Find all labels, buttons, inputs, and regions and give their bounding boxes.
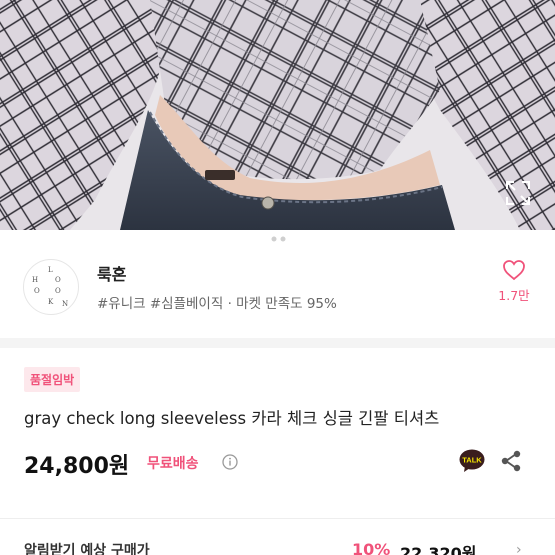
heart-outline-icon (503, 260, 525, 281)
product-image[interactable] (0, 0, 555, 230)
expected-price-label: 알림받기 예상 구매가 (24, 543, 150, 555)
kakao-talk-label: TALK (462, 456, 482, 465)
discount-rate: 10% (352, 540, 391, 555)
product-price: 24,800원 (24, 454, 130, 479)
shop-info: L O O K H O N 룩혼 #유니크 #심플베이직 · 마켓 만족도 95… (0, 248, 555, 338)
chevron-right-icon: › (516, 542, 522, 555)
product-photo (0, 0, 555, 230)
shop-tags: #유니크 #심플베이직 · 마켓 만족도 95% (97, 296, 337, 312)
expected-price: 22,320원 (400, 544, 477, 555)
shop-logo[interactable]: L O O K H O N (23, 259, 79, 315)
share-icon[interactable] (499, 449, 523, 473)
pager-dot (280, 236, 286, 242)
expected-price-row[interactable]: 알림받기 예상 구매가 10% 22,320원 › (0, 540, 555, 555)
like-button[interactable]: 1.7만 (490, 259, 538, 304)
expand-icon[interactable] (505, 180, 531, 206)
pager-dot-active (271, 236, 277, 242)
kakao-talk-button[interactable]: TALK (459, 449, 485, 473)
like-count: 1.7만 (498, 288, 530, 303)
image-pager (0, 230, 555, 248)
product-title: gray check long sleeveless 카라 체크 싱글 긴팔 티… (24, 409, 440, 428)
section-divider (0, 338, 555, 348)
status-badge: 품절임박 (24, 367, 81, 392)
info-circle-icon[interactable] (222, 454, 238, 470)
shop-name[interactable]: 룩혼 (97, 261, 126, 285)
row-divider (0, 518, 555, 519)
free-shipping-label: 무료배송 (147, 456, 199, 472)
